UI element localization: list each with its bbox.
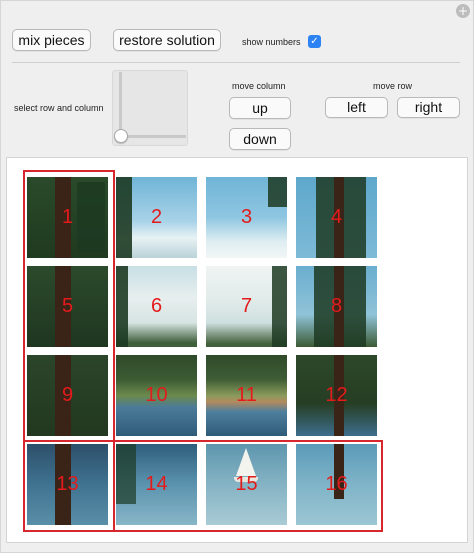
tile-number: 4 [330,206,343,228]
puzzle-tile[interactable]: 3 [206,177,287,258]
tile-number: 8 [330,295,343,317]
move-column-label: move column [232,81,286,91]
tile-number: 7 [240,295,253,317]
divider [12,62,460,63]
puzzle-tile[interactable]: 7 [206,266,287,347]
puzzle-tile[interactable]: 11 [206,355,287,436]
puzzle-tile[interactable]: 4 [296,177,377,258]
puzzle-tile[interactable]: 8 [296,266,377,347]
slider-knob[interactable] [114,129,128,143]
selected-row-highlight [23,440,383,532]
tile-number: 3 [240,206,253,228]
move-row-label: move row [373,81,413,91]
left-button[interactable]: left [325,97,388,118]
down-button[interactable]: down [229,128,291,150]
mix-pieces-button[interactable]: mix pieces [12,29,91,51]
expand-icon[interactable]: + [456,4,470,18]
slider-horizontal-track [119,135,186,138]
select-row-column-label: select row and column [14,103,104,113]
tile-number: 11 [236,384,257,406]
show-numbers-label: show numbers [242,37,301,47]
puzzle-tile[interactable]: 12 [296,355,377,436]
tile-number: 12 [325,384,348,406]
tile-number: 6 [150,295,163,317]
tile-number: 2 [150,206,163,228]
checkmark-icon: ✓ [310,36,319,47]
up-button[interactable]: up [229,97,291,119]
restore-solution-button[interactable]: restore solution [113,29,221,51]
puzzle-tile[interactable]: 6 [116,266,197,347]
tile-number: 10 [145,384,168,406]
right-button[interactable]: right [397,97,460,118]
puzzle-tile[interactable]: 2 [116,177,197,258]
puzzle-tile[interactable]: 10 [116,355,197,436]
show-numbers-checkbox[interactable]: ✓ [308,35,321,48]
